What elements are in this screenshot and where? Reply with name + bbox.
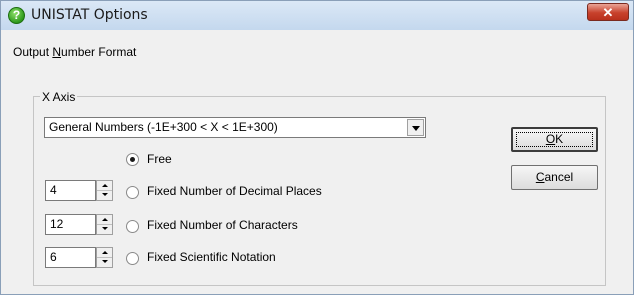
radio-fixed-scientific-notation-label: Fixed Scientific Notation: [147, 250, 276, 264]
ok-button[interactable]: OK: [511, 127, 598, 152]
focus-rectangle: [516, 132, 593, 147]
decimal-places-spinner[interactable]: [96, 180, 113, 201]
radio-fixed-decimal-places-label: Fixed Number of Decimal Places: [147, 184, 322, 198]
radio-free-label: Free: [147, 152, 172, 166]
scientific-notation-spinner[interactable]: [96, 247, 113, 268]
window-title: UNISTAT Options: [31, 7, 148, 23]
title-bar[interactable]: ? UNISTAT Options ✕: [1, 1, 633, 30]
help-question-icon: ?: [8, 7, 25, 24]
close-button[interactable]: ✕: [587, 3, 629, 21]
number-of-characters-input[interactable]: 12: [45, 214, 96, 235]
cancel-button[interactable]: Cancel: [511, 165, 598, 190]
spin-up-icon[interactable]: [97, 215, 112, 225]
spin-down-icon[interactable]: [97, 258, 112, 267]
decimal-places-input[interactable]: 4: [45, 180, 96, 201]
number-of-characters-spinner[interactable]: [96, 214, 113, 235]
number-format-combobox[interactable]: General Numbers (-1E+300 < X < 1E+300): [44, 117, 426, 138]
dropdown-arrow-icon[interactable]: [407, 119, 424, 136]
radio-fixed-number-of-characters[interactable]: [126, 220, 139, 233]
radio-free[interactable]: [126, 153, 139, 166]
spin-down-icon[interactable]: [97, 191, 112, 200]
x-axis-group-label: X Axis: [40, 90, 78, 104]
radio-fixed-decimal-places[interactable]: [126, 186, 139, 199]
spin-up-icon[interactable]: [97, 248, 112, 258]
output-number-format-heading: Output Number Format: [13, 45, 137, 59]
combobox-value: General Numbers (-1E+300 < X < 1E+300): [49, 120, 278, 134]
radio-fixed-scientific-notation[interactable]: [126, 252, 139, 265]
scientific-notation-input[interactable]: 6: [45, 247, 96, 268]
spin-up-icon[interactable]: [97, 181, 112, 191]
spin-down-icon[interactable]: [97, 225, 112, 234]
radio-fixed-number-of-characters-label: Fixed Number of Characters: [147, 218, 298, 232]
